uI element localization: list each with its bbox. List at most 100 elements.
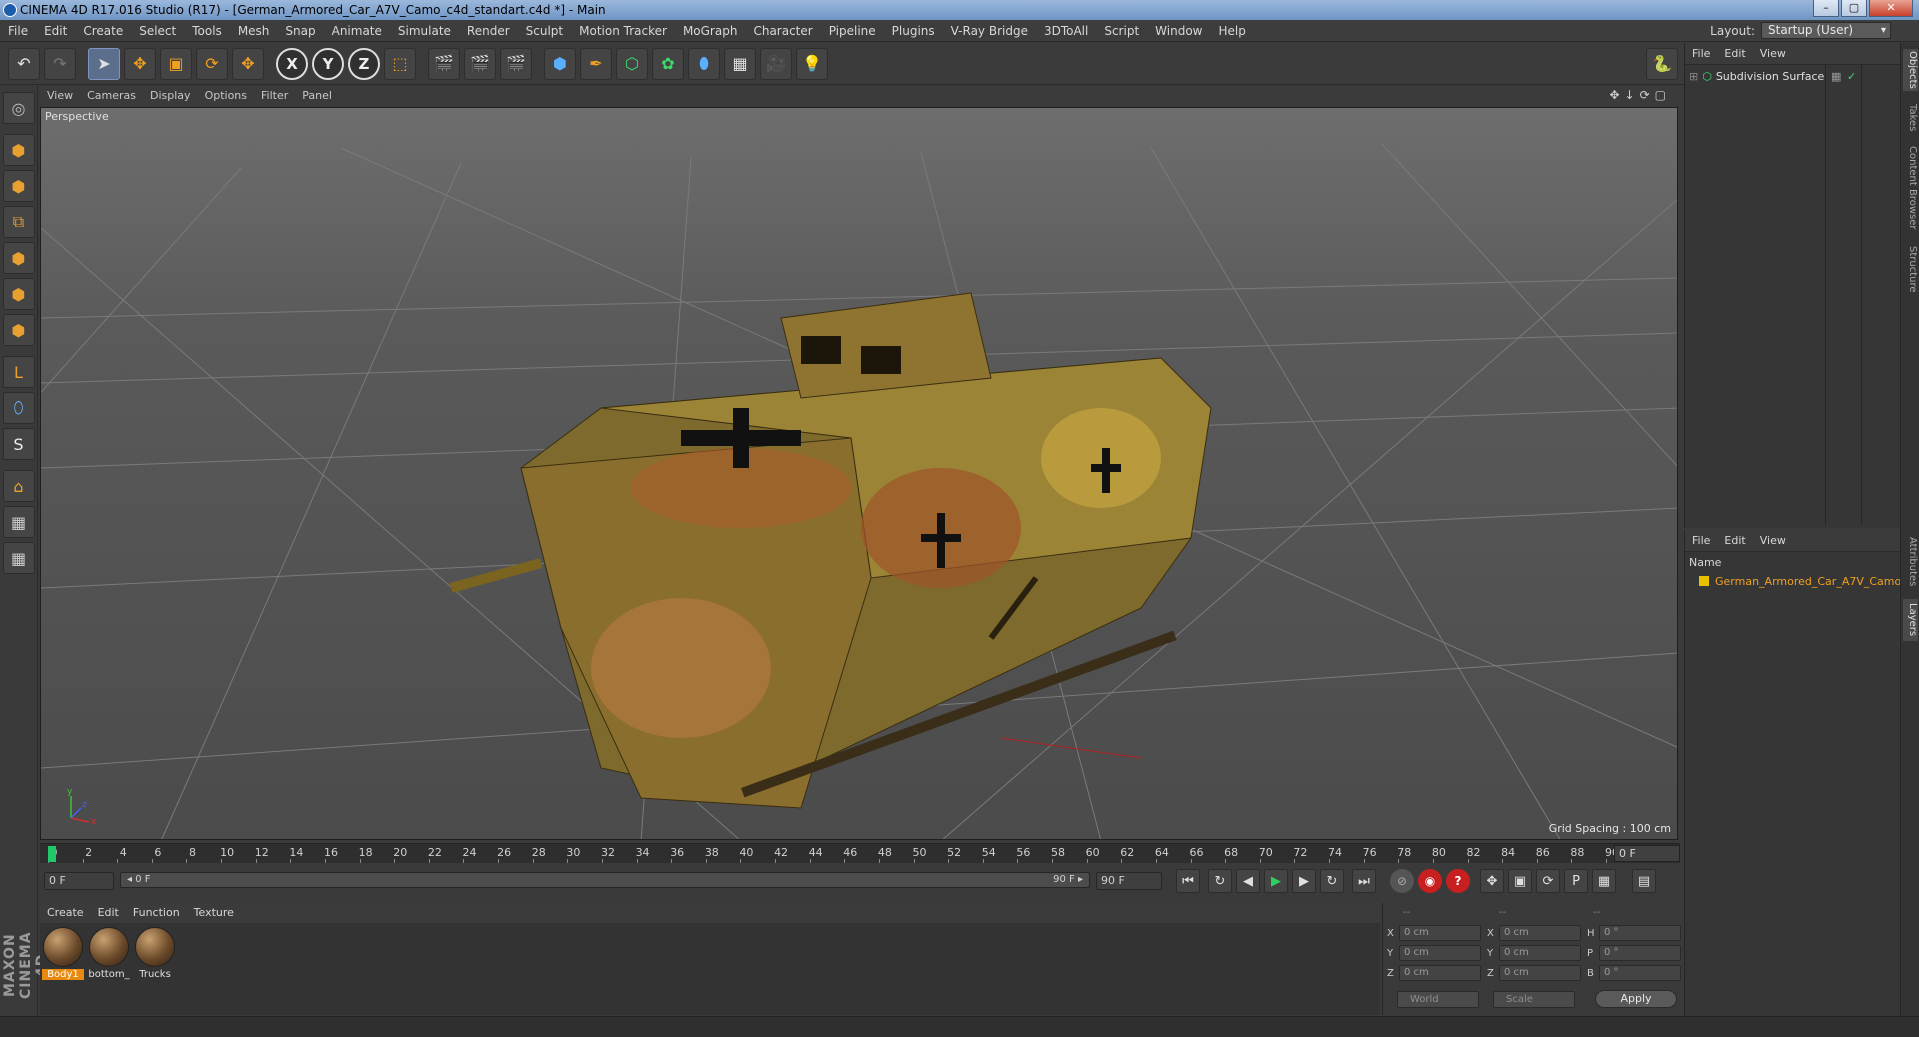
key-rotation-icon[interactable]: ⟳	[1536, 869, 1560, 893]
cube-primitive-icon[interactable]: ⬢	[544, 47, 576, 80]
prev-key-icon[interactable]: ↻	[1208, 869, 1232, 893]
menu-animate[interactable]: Animate	[324, 20, 390, 42]
tweak-mode-icon[interactable]: ⬯	[2, 392, 35, 424]
object-row-subdivision-surface[interactable]: ⊞ ⬡ Subdivision Surface ▦ ✓	[1685, 67, 1901, 85]
material-body1[interactable]: Body1	[42, 927, 84, 980]
prev-frame-icon[interactable]: ◀	[1236, 869, 1260, 893]
texture-mode-icon[interactable]: ⬢	[2, 170, 35, 202]
position-x-field[interactable]: 0 cm	[1399, 925, 1481, 941]
render-settings-icon[interactable]: 🎬	[500, 47, 532, 80]
viewport-menu-filter[interactable]: Filter	[254, 86, 295, 106]
apply-button[interactable]: Apply	[1595, 990, 1677, 1008]
current-frame-field[interactable]: 0 F	[1614, 845, 1680, 862]
menu-tools[interactable]: Tools	[184, 20, 230, 42]
close-button[interactable]: ✕	[1869, 0, 1913, 17]
camera-icon[interactable]: 🎥	[760, 47, 792, 80]
layer-menu-file[interactable]: File	[1685, 530, 1717, 552]
material-bottom[interactable]: bottom_	[88, 927, 130, 980]
key-point-level-icon[interactable]: ▦	[1592, 869, 1616, 893]
workplane-lock-icon[interactable]: ▦	[2, 506, 35, 538]
material-menu-create[interactable]: Create	[40, 903, 91, 923]
scale-icon[interactable]: ▣	[160, 47, 192, 80]
maximize-view-icon[interactable]: ▢	[1655, 88, 1666, 102]
move-icon[interactable]: ✥	[124, 47, 156, 80]
recent-tool-icon[interactable]: ✥	[232, 47, 264, 80]
position-y-field[interactable]: 0 cm	[1399, 945, 1481, 961]
make-editable-icon[interactable]: ◎	[2, 92, 35, 124]
tab-layers[interactable]: Layers	[1903, 599, 1918, 641]
layer-row[interactable]: German_Armored_Car_A7V_Camo	[1685, 572, 1901, 590]
live-selection-icon[interactable]: ➤	[88, 47, 120, 80]
object-menu-view[interactable]: View	[1753, 43, 1793, 65]
menu-window[interactable]: Window	[1147, 20, 1210, 42]
tab-attributes[interactable]: Attributes	[1903, 531, 1918, 593]
render-view-icon[interactable]: 🎬	[428, 47, 460, 80]
redo-icon[interactable]: ↷	[44, 47, 76, 80]
visibility-toggle-icon[interactable]: ▦	[1831, 70, 1841, 83]
timeline-ruler[interactable]: 0246810121416182022242628303234363840424…	[40, 843, 1680, 863]
layout-dropdown[interactable]: Startup (User)	[1761, 22, 1891, 39]
y-axis-lock-button[interactable]: Y	[312, 47, 344, 80]
size-y-field[interactable]: 0 cm	[1499, 945, 1581, 961]
minimize-button[interactable]: –	[1813, 0, 1839, 17]
render-picture-viewer-icon[interactable]: 🎬	[464, 47, 496, 80]
tab-takes[interactable]: Takes	[1903, 101, 1918, 135]
orbit-icon[interactable]: ⟳	[1640, 88, 1650, 102]
object-menu-edit[interactable]: Edit	[1717, 43, 1752, 65]
dolly-icon[interactable]: ↓	[1625, 88, 1635, 102]
material-trucks[interactable]: Trucks	[134, 927, 176, 980]
menu-motion-tracker[interactable]: Motion Tracker	[571, 20, 675, 42]
autokeying-icon[interactable]: ?	[1446, 869, 1470, 893]
menu-help[interactable]: Help	[1210, 20, 1253, 42]
floor-icon[interactable]: ▦	[724, 47, 756, 80]
go-to-end-icon[interactable]: ⏭	[1352, 869, 1376, 893]
next-key-icon[interactable]: ↻	[1320, 869, 1344, 893]
viewport-menu-display[interactable]: Display	[143, 86, 198, 106]
rotate-icon[interactable]: ⟳	[196, 47, 228, 80]
menu-mograph[interactable]: MoGraph	[675, 20, 746, 42]
axis-mode-icon[interactable]: L	[2, 356, 35, 388]
record-active-keys-icon[interactable]: ◉	[1418, 869, 1442, 893]
expand-icon[interactable]: ⊞	[1689, 70, 1698, 83]
planar-workplane-icon[interactable]: ▦	[2, 542, 35, 574]
viewport-menu-panel[interactable]: Panel	[295, 86, 339, 106]
menu-edit[interactable]: Edit	[36, 20, 75, 42]
size-x-field[interactable]: 0 cm	[1499, 925, 1581, 941]
play-forward-icon[interactable]: ▶	[1264, 869, 1288, 893]
viewport-camera-label[interactable]: Perspective	[45, 110, 109, 123]
rotation-p-field[interactable]: 0 °	[1599, 945, 1681, 961]
rotation-b-field[interactable]: 0 °	[1599, 965, 1681, 981]
model-mode-icon[interactable]: ⬢	[2, 134, 35, 166]
material-menu-edit[interactable]: Edit	[91, 903, 126, 923]
light-icon[interactable]: 💡	[796, 47, 828, 80]
perspective-viewport[interactable]: y x z Perspective Grid Spacing : 100 cm	[40, 107, 1678, 840]
record-disabled-icon[interactable]: ⊘	[1390, 869, 1414, 893]
viewport-menu-options[interactable]: Options	[198, 86, 254, 106]
menu-script[interactable]: Script	[1096, 20, 1147, 42]
solo-mode-icon[interactable]: S	[2, 428, 35, 460]
viewport-menu-view[interactable]: View	[40, 86, 80, 106]
material-menu-texture[interactable]: Texture	[187, 903, 241, 923]
undo-icon[interactable]: ↶	[8, 47, 40, 80]
menu-character[interactable]: Character	[745, 20, 820, 42]
key-position-icon[interactable]: ✥	[1480, 869, 1504, 893]
coord-mode-dropdown[interactable]: World	[1397, 991, 1479, 1008]
menu-render[interactable]: Render	[459, 20, 518, 42]
menu-pipeline[interactable]: Pipeline	[821, 20, 884, 42]
object-menu-file[interactable]: File	[1685, 43, 1717, 65]
menu-mesh[interactable]: Mesh	[230, 20, 278, 42]
points-mode-icon[interactable]: ⬢	[2, 242, 35, 274]
x-axis-lock-button[interactable]: X	[276, 47, 308, 80]
cloner-icon[interactable]: ✿	[652, 47, 684, 80]
deformer-icon[interactable]: ⬮	[688, 47, 720, 80]
enabled-check-icon[interactable]: ✓	[1847, 70, 1856, 83]
key-scale-icon[interactable]: ▣	[1508, 869, 1532, 893]
next-frame-icon[interactable]: ▶	[1292, 869, 1316, 893]
layer-menu-edit[interactable]: Edit	[1717, 530, 1752, 552]
tab-objects[interactable]: Objects	[1903, 49, 1918, 91]
menu-sculpt[interactable]: Sculpt	[518, 20, 571, 42]
pan-icon[interactable]: ✥	[1609, 88, 1619, 102]
maximize-button[interactable]: ▢	[1841, 0, 1867, 17]
menu-v-ray-bridge[interactable]: V-Ray Bridge	[943, 20, 1036, 42]
z-axis-lock-button[interactable]: Z	[348, 47, 380, 80]
